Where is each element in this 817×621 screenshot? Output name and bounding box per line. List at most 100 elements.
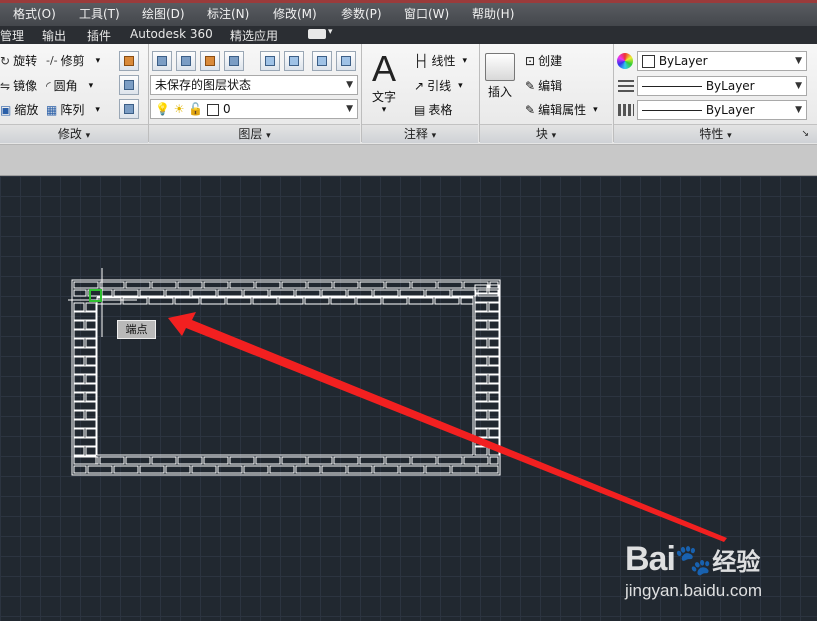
brick (281, 456, 307, 465)
brick (200, 297, 226, 305)
brick (474, 392, 488, 402)
brick (488, 338, 500, 348)
brick (437, 456, 463, 465)
brick (281, 281, 307, 289)
brick (474, 293, 500, 303)
brick (71, 279, 501, 476)
brick (399, 289, 425, 297)
brick (408, 297, 434, 305)
brick (347, 289, 373, 297)
brick (460, 297, 474, 305)
brick (359, 456, 385, 465)
brick (113, 289, 139, 297)
brick (85, 392, 97, 402)
brick (474, 374, 488, 384)
brick (463, 456, 489, 465)
brick (191, 465, 217, 474)
brick (488, 320, 500, 330)
brick (217, 289, 243, 297)
brick (73, 456, 99, 465)
brick (488, 392, 500, 402)
brick (73, 320, 85, 330)
brick (229, 456, 255, 465)
brick (474, 383, 500, 393)
brick (434, 297, 460, 305)
brick (488, 374, 500, 384)
brick (333, 281, 359, 289)
brick (474, 410, 488, 420)
watermark-brand: Bai (625, 540, 676, 578)
brick (125, 456, 151, 465)
brick (174, 297, 200, 305)
brick (73, 289, 87, 297)
brick (73, 428, 85, 438)
brick (73, 419, 97, 429)
brick (191, 289, 217, 297)
brick (203, 456, 229, 465)
brick (73, 410, 85, 420)
brick (125, 281, 151, 289)
brick (278, 297, 304, 305)
brick (139, 289, 165, 297)
brick (269, 289, 295, 297)
brick (73, 374, 85, 384)
watermark-url: jingyan.baidu.com (625, 581, 763, 600)
brick (385, 456, 411, 465)
brick (151, 456, 177, 465)
brick (474, 428, 488, 438)
brick (165, 289, 191, 297)
brick (148, 297, 174, 305)
brick (488, 428, 500, 438)
canvas-overlay (68, 268, 727, 542)
brick (307, 456, 333, 465)
brick (347, 465, 373, 474)
brick (425, 465, 451, 474)
brick (295, 465, 321, 474)
brick (330, 297, 356, 305)
brick (321, 289, 347, 297)
brick (73, 437, 97, 447)
brick (203, 281, 229, 289)
brick (73, 365, 97, 375)
brick (356, 297, 382, 305)
brick (474, 320, 488, 330)
brick (255, 281, 281, 289)
red-arrow-annotation (168, 312, 727, 542)
brick (474, 356, 488, 366)
brick (113, 465, 139, 474)
brick (359, 281, 385, 289)
brick (382, 297, 408, 305)
brick (73, 401, 97, 411)
brick (85, 356, 97, 366)
brick (73, 311, 97, 321)
brick (73, 329, 97, 339)
brick (99, 281, 125, 289)
brick (85, 410, 97, 420)
paw-icon: 🐾 (674, 543, 713, 578)
brick (437, 281, 463, 289)
brick (307, 281, 333, 289)
brick (474, 329, 500, 339)
brick (151, 281, 177, 289)
brick (385, 281, 411, 289)
brick (411, 456, 437, 465)
brick (474, 401, 500, 411)
brick (477, 465, 499, 474)
brick (73, 392, 85, 402)
watermark-suffix: 经验 (712, 548, 761, 576)
brick (85, 338, 97, 348)
brick (255, 456, 281, 465)
brick (73, 302, 85, 312)
brick (165, 465, 191, 474)
brick (243, 289, 269, 297)
brick (87, 465, 113, 474)
brick (489, 456, 499, 465)
brick (217, 465, 243, 474)
brick-wall-drawing[interactable] (71, 279, 501, 476)
brick (177, 456, 203, 465)
brick (451, 465, 477, 474)
brick (474, 338, 488, 348)
brick (73, 281, 99, 289)
brick (73, 446, 85, 456)
brick (73, 347, 97, 357)
